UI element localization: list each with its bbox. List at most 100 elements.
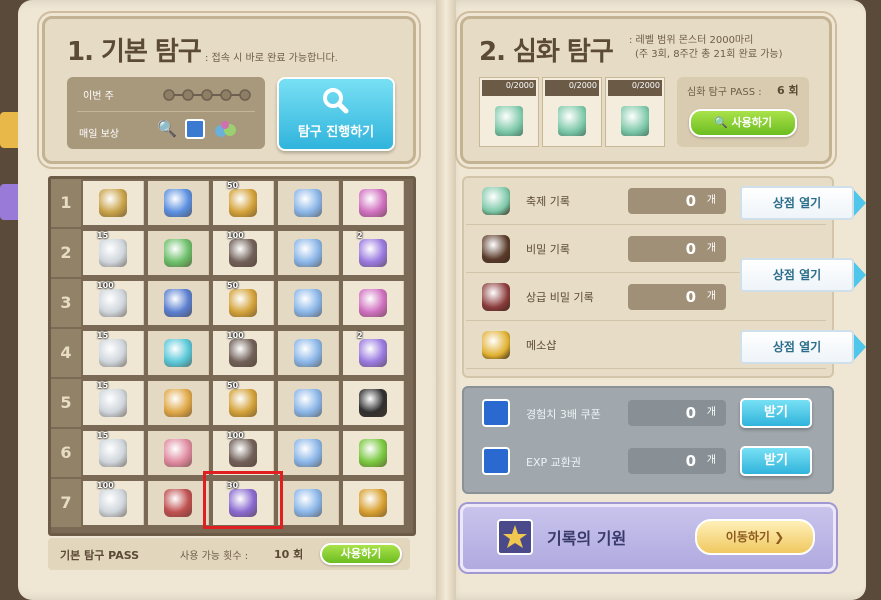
stack-count: 15 xyxy=(97,231,109,240)
black-hat-icon xyxy=(359,389,387,417)
grid-cell[interactable] xyxy=(148,481,209,525)
grid-cell[interactable]: 100 xyxy=(83,281,144,325)
stack-count: 2 xyxy=(357,231,363,240)
grid-cell[interactable]: 15 xyxy=(83,331,144,375)
grid-cell[interactable] xyxy=(148,431,209,475)
deep-pass-use-button[interactable]: 🔍 사용하기 xyxy=(689,109,797,137)
grid-cell[interactable] xyxy=(278,331,339,375)
grid-row-number: 3 xyxy=(51,279,81,327)
grid-cell[interactable] xyxy=(148,231,209,275)
grid-cell[interactable]: 50 xyxy=(213,381,274,425)
basic-explore-status-box: 이번 주 매일 보상 🔍 xyxy=(67,77,265,149)
record-name: 축제 기록 xyxy=(526,195,570,208)
grid-cell[interactable] xyxy=(148,381,209,425)
grid-cell[interactable] xyxy=(83,181,144,225)
grid-row: 4 15 100 2 xyxy=(51,329,413,377)
grid-cell[interactable]: 2 xyxy=(343,331,404,375)
coupon-receive-button[interactable]: 받기 xyxy=(740,446,812,476)
grid-cell[interactable] xyxy=(148,281,209,325)
white-cluster-icon xyxy=(99,339,127,367)
stack-count: 100 xyxy=(227,431,244,440)
purple-crystal-icon xyxy=(359,239,387,267)
grid-cell[interactable]: 15 xyxy=(83,431,144,475)
record-icon xyxy=(482,331,510,359)
search-icon: 🔍 xyxy=(157,119,177,138)
book-chest-icon xyxy=(294,439,322,467)
daily-reward-book-icon xyxy=(185,119,205,139)
grid-cell[interactable] xyxy=(343,431,404,475)
book-chest-icon xyxy=(294,289,322,317)
shop-open-button[interactable]: 상점 열기 xyxy=(740,330,866,364)
coupon-quantity-unit: 개 xyxy=(706,407,716,418)
grid-row: 1 50 xyxy=(51,179,413,227)
festival-record-icon xyxy=(495,106,523,136)
white-cluster-icon xyxy=(99,489,127,517)
stack-count: 100 xyxy=(227,331,244,340)
daily-reward-potions-icon xyxy=(213,119,239,139)
origin-move-button[interactable]: 이동하기 ❯ xyxy=(695,519,815,555)
book-chest-icon xyxy=(294,389,322,417)
coupon-row: EXP 교환권 0 개 받기 xyxy=(466,438,826,484)
record-quantity-value: 0 xyxy=(685,192,696,210)
purple-crystal-icon xyxy=(359,339,387,367)
grid-row: 2 15 100 2 xyxy=(51,229,413,277)
grid-cell[interactable] xyxy=(278,381,339,425)
grid-cell[interactable]: 15 xyxy=(83,381,144,425)
green-scroll-icon xyxy=(164,239,192,267)
grid-cell[interactable]: 50 xyxy=(213,281,274,325)
shop-open-button[interactable]: 상점 열기 xyxy=(740,186,866,220)
grid-cell[interactable] xyxy=(278,281,339,325)
grid-cell[interactable]: 100 xyxy=(83,481,144,525)
grid-cell[interactable]: 100 xyxy=(213,431,274,475)
grid-cell[interactable] xyxy=(148,331,209,375)
status-divider xyxy=(77,111,255,112)
grid-cell[interactable] xyxy=(278,181,339,225)
stack-count: 15 xyxy=(97,381,109,390)
grid-cell[interactable] xyxy=(278,431,339,475)
grid-cell[interactable]: 2 xyxy=(343,231,404,275)
grid-cell[interactable] xyxy=(278,231,339,275)
explore-proceed-button[interactable]: 탐구 진행하기 xyxy=(277,77,395,151)
basic-pass-use-button[interactable]: 사용하기 xyxy=(320,543,402,565)
record-name: 메소샵 xyxy=(526,339,557,352)
grid-cell[interactable] xyxy=(148,181,209,225)
coupon-receive-button[interactable]: 받기 xyxy=(740,398,812,428)
cyan-scroll-icon xyxy=(164,339,192,367)
record-quantity-value: 0 xyxy=(685,240,696,258)
coupon-quantity-value: 0 xyxy=(685,452,696,470)
grid-cell[interactable] xyxy=(343,281,404,325)
this-week-label: 이번 주 xyxy=(83,91,114,102)
festival-record-icon xyxy=(558,106,586,136)
progress-dots-graphic xyxy=(163,89,251,101)
stack-count: 100 xyxy=(227,231,244,240)
book-chest-icon xyxy=(294,489,322,517)
gold-medal-icon xyxy=(229,189,257,217)
grid-cell[interactable] xyxy=(343,381,404,425)
red-coupon-icon xyxy=(164,489,192,517)
grid-cell[interactable]: 50 xyxy=(213,181,274,225)
grid-cell[interactable]: 100 xyxy=(213,231,274,275)
weekly-progress-dots xyxy=(163,87,251,101)
grid-cell[interactable] xyxy=(278,481,339,525)
search-icon: 🔍 xyxy=(713,116,728,129)
record-quantity: 0개 xyxy=(628,236,726,262)
grid-cell[interactable] xyxy=(343,181,404,225)
green-potion-icon xyxy=(359,439,387,467)
shop-open-button[interactable]: 상점 열기 xyxy=(740,258,866,292)
exp-voucher-icon xyxy=(482,447,510,475)
stack-count: 100 xyxy=(97,481,114,490)
deep-progress-slot: 0/2000 xyxy=(479,77,539,147)
grid-cell[interactable]: 15 xyxy=(83,231,144,275)
grid-cell[interactable] xyxy=(343,481,404,525)
coupon-quantity-value: 0 xyxy=(685,404,696,422)
grid-cell[interactable]: 100 xyxy=(213,331,274,375)
gold-medal-icon xyxy=(229,289,257,317)
grid-row-number: 1 xyxy=(51,179,81,227)
uses-label: 사용 가능 횟수 : xyxy=(180,551,249,562)
coupon-quantity: 0개 xyxy=(628,400,726,426)
magnifier-icon xyxy=(320,85,350,115)
origin-book-icon xyxy=(497,519,533,555)
stack-count: 15 xyxy=(97,331,109,340)
white-cluster-icon xyxy=(99,439,127,467)
deep-explore-title: 2. 심화 탐구 xyxy=(479,37,614,67)
